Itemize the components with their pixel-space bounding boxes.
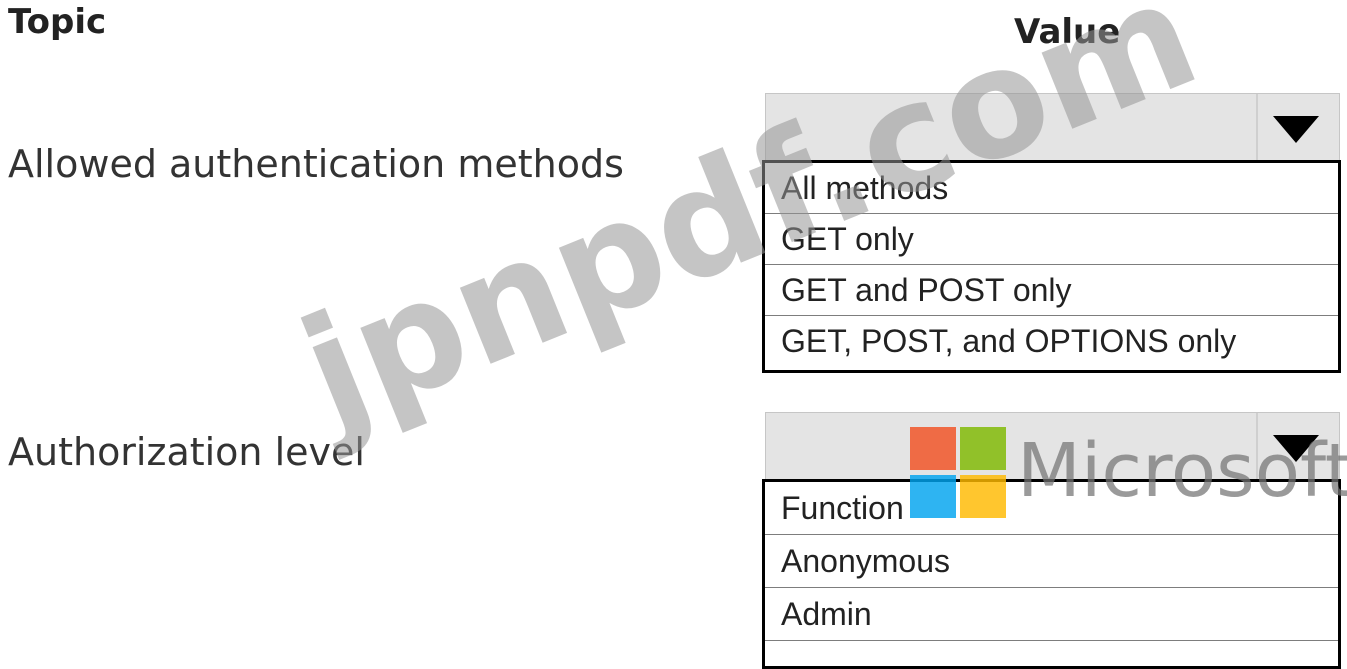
option-get-post-options-only[interactable]: GET, POST, and OPTIONS only xyxy=(765,316,1338,367)
dropdown-divider xyxy=(1256,413,1258,479)
authorization-level-dropdown[interactable] xyxy=(765,412,1340,480)
option-function[interactable]: Function xyxy=(765,482,1338,535)
option-get-only[interactable]: GET only xyxy=(765,214,1338,265)
topic-label-authorization-level: Authorization level xyxy=(8,430,365,474)
caret-down-icon[interactable] xyxy=(1273,116,1319,143)
value-column-header: Value xyxy=(1014,12,1121,52)
auth-methods-options-list: All methods GET only GET and POST only G… xyxy=(762,160,1341,373)
option-anonymous[interactable]: Anonymous xyxy=(765,535,1338,588)
option-all-methods[interactable]: All methods xyxy=(765,163,1338,214)
caret-down-icon[interactable] xyxy=(1273,435,1319,462)
authorization-level-options-list: Function Anonymous Admin xyxy=(762,479,1341,669)
dropdown-divider xyxy=(1256,94,1258,160)
option-admin[interactable]: Admin xyxy=(765,588,1338,641)
option-get-and-post-only[interactable]: GET and POST only xyxy=(765,265,1338,316)
topic-label-auth-methods: Allowed authentication methods xyxy=(8,142,624,186)
auth-methods-dropdown[interactable] xyxy=(765,93,1340,161)
topic-column-header: Topic xyxy=(8,2,107,42)
